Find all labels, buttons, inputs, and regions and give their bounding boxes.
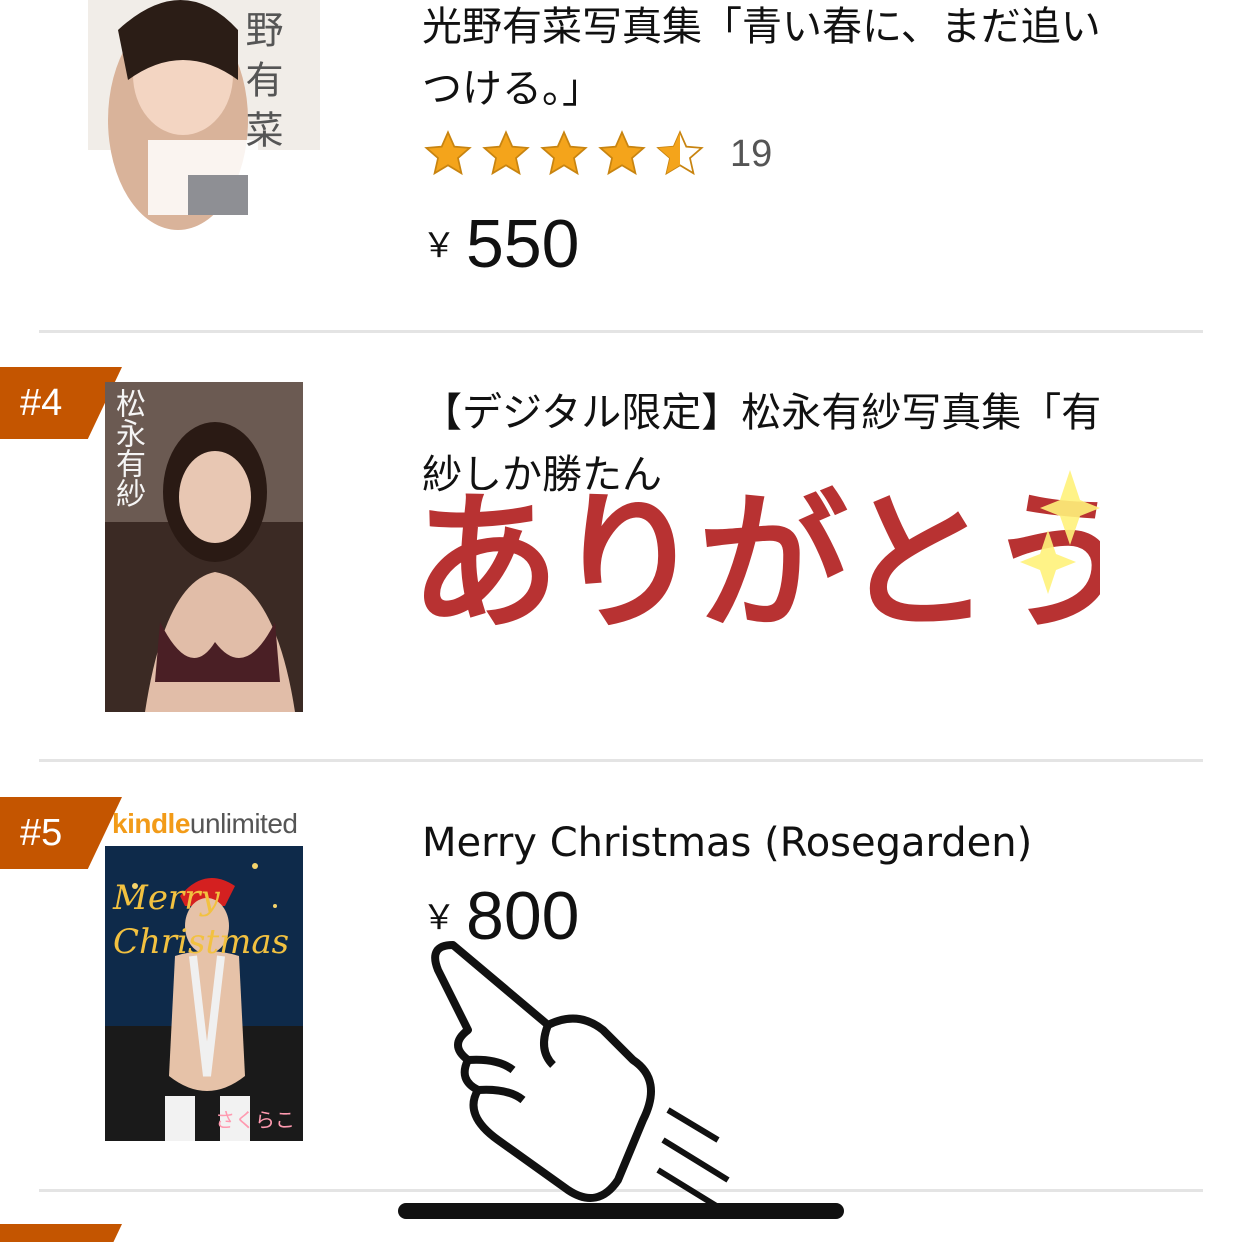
divider bbox=[39, 330, 1203, 333]
book-cover-image[interactable]: 松永有紗 bbox=[105, 382, 303, 712]
book-title[interactable]: 光野有菜写真集「青い春に、まだ追い つける。」 bbox=[422, 0, 1202, 120]
book-title-line: 【デジタル限定】松永有紗写真集「有 bbox=[422, 390, 1102, 436]
cover-title-text: Merry Christmas bbox=[113, 878, 290, 962]
book-title-line: Merry Christmas (Rosegarden) bbox=[422, 820, 1033, 866]
book-cover-image[interactable]: Merry Christmas さくらこ bbox=[105, 846, 303, 1141]
star-full-icon bbox=[482, 130, 530, 176]
rank-badge bbox=[0, 1224, 122, 1242]
rank-badge: #5 bbox=[0, 797, 122, 869]
divider bbox=[39, 1189, 1203, 1192]
star-full-icon bbox=[540, 130, 588, 176]
cover-author-text: さくらこ bbox=[215, 1108, 295, 1132]
kindle-unlimited-logo: kindleunlimited bbox=[112, 808, 298, 840]
currency-symbol: ￥ bbox=[422, 899, 456, 937]
book-title-line: 光野有菜写真集「青い春に、まだ追い bbox=[422, 4, 1101, 50]
book-title-line: 紗しか勝たん bbox=[422, 452, 662, 498]
pointing-hand-icon bbox=[418, 940, 758, 1240]
book-title-line: つける。」 bbox=[422, 66, 602, 112]
unlimited-label: unlimited bbox=[189, 808, 298, 839]
review-count[interactable]: 19 bbox=[730, 133, 772, 176]
price: ￥ 800 bbox=[422, 882, 579, 950]
sparkle-icon bbox=[1020, 530, 1076, 594]
cover-title-text: 野 有 菜 bbox=[239, 10, 316, 148]
book-title[interactable]: 【デジタル限定】松永有紗写真集「有 紗しか勝たん bbox=[422, 382, 1202, 506]
star-rating[interactable]: 19 bbox=[422, 128, 772, 180]
price-amount: 550 bbox=[466, 206, 580, 282]
star-full-icon bbox=[598, 130, 646, 176]
price-amount: 800 bbox=[466, 878, 580, 954]
home-indicator[interactable] bbox=[398, 1203, 844, 1219]
rank-badge: #4 bbox=[0, 367, 122, 439]
book-cover-image[interactable]: 野 有 菜 bbox=[88, 0, 320, 265]
currency-symbol: ￥ bbox=[422, 227, 456, 265]
book-title[interactable]: Merry Christmas (Rosegarden) bbox=[422, 812, 1202, 874]
cover-title-text: 松永有紗 bbox=[110, 388, 145, 508]
star-half-icon bbox=[656, 130, 704, 176]
star-full-icon bbox=[424, 130, 472, 176]
divider bbox=[39, 759, 1203, 762]
price: ￥ 550 bbox=[422, 210, 579, 278]
kindle-label: kindle bbox=[112, 808, 190, 839]
